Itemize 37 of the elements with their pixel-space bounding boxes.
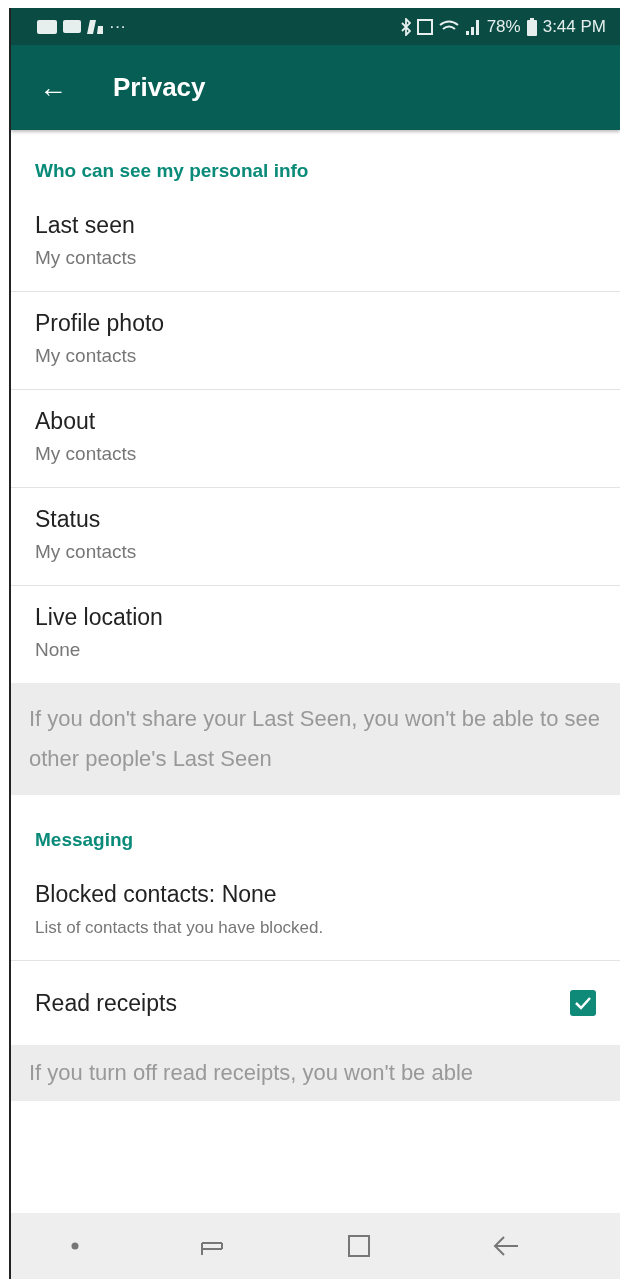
clock-time: 3:44 PM xyxy=(542,16,606,37)
setting-item[interactable]: About My contacts xyxy=(11,390,620,488)
setting-item[interactable]: Read receipts xyxy=(11,961,620,1045)
screen-title: Privacy xyxy=(113,72,206,103)
setting-value: My contacts xyxy=(35,541,137,563)
setting-item[interactable]: Profile photo My contacts xyxy=(11,292,620,390)
bluetooth-icon xyxy=(400,17,411,36)
setting-item[interactable]: Blocked contacts: None List of contacts that you have blocked. xyxy=(11,863,620,961)
setting-title: Status xyxy=(35,506,102,533)
setting-value: None xyxy=(35,639,82,661)
checkbox[interactable] xyxy=(570,990,596,1016)
section-header: Messaging xyxy=(34,828,135,852)
setting-title: Live location xyxy=(35,604,163,631)
setting-value: My contacts xyxy=(35,345,138,367)
setting-value: List of contacts that you have blocked. xyxy=(35,918,324,938)
setting-title: Profile photo xyxy=(35,310,165,337)
setting-title: Read receipts xyxy=(35,989,177,1017)
setting-title: Last seen xyxy=(35,212,136,239)
battery-level: 78% xyxy=(486,16,521,37)
setting-value: My contacts xyxy=(35,247,137,269)
info-note: If you turn off read receipts, you won't be able xyxy=(11,1045,620,1101)
notification-icon xyxy=(87,19,103,34)
info-note: If you don't share your Last Seen, you won't be able to see other people's Last Seen xyxy=(11,683,620,795)
back-button[interactable]: ← xyxy=(39,71,67,104)
more-notifications: ··· xyxy=(109,16,126,37)
setting-item[interactable]: Last seen My contacts xyxy=(11,194,620,292)
battery-icon xyxy=(526,17,537,36)
signal-icon xyxy=(464,18,481,35)
dot-icon xyxy=(71,1242,80,1250)
setting-item[interactable]: Live location None xyxy=(11,586,620,683)
setting-title: About xyxy=(35,408,97,435)
check-icon xyxy=(574,996,592,1010)
setting-title: Blocked contacts: None xyxy=(35,881,278,908)
setting-item[interactable]: Status My contacts xyxy=(11,488,620,586)
section-header: Who can see my personal info xyxy=(34,159,310,183)
home-icon[interactable] xyxy=(345,1233,372,1259)
setting-value: My contacts xyxy=(35,443,137,465)
